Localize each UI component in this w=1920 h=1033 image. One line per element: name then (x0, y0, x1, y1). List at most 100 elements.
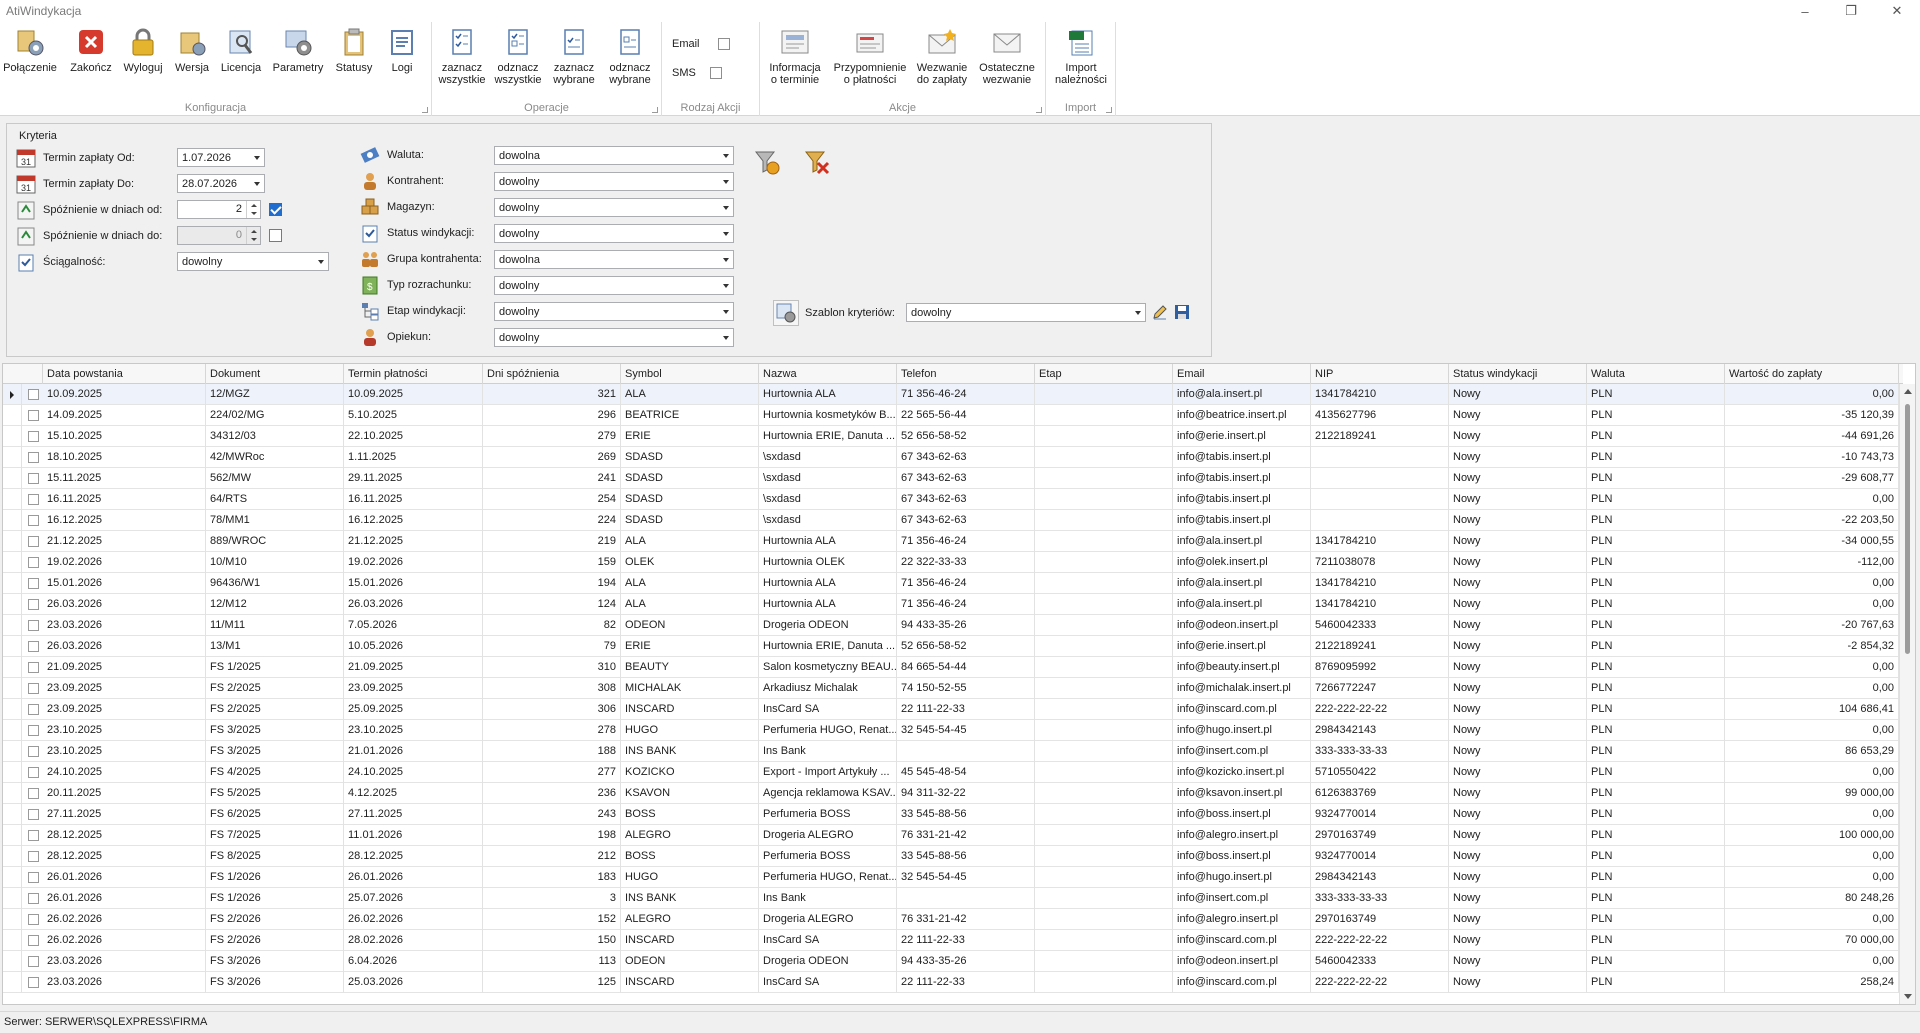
row-checkbox[interactable] (28, 914, 39, 925)
row-checkbox[interactable] (28, 956, 39, 967)
termin-od-datepicker[interactable]: 1.07.2026 (177, 148, 265, 167)
row-checkbox[interactable] (28, 515, 39, 526)
spinner-buttons[interactable] (246, 227, 260, 244)
row-indicator[interactable] (3, 804, 22, 825)
row-checkbox[interactable] (28, 767, 39, 778)
przypomnienie-button[interactable]: Przypomnienie o płatności (832, 26, 908, 86)
table-row[interactable]: 18.10.2025 42/MWRoc 1.11.2025 269 SDASD \sxda… (3, 447, 1899, 468)
table-row[interactable]: 28.12.2025 FS 7/2025 11.01.2026 198 ALEGRO Dr… (3, 825, 1899, 846)
table-row[interactable]: 16.12.2025 78/MM1 16.12.2025 224 SDASD \sxdas… (3, 510, 1899, 531)
column-header-nip[interactable]: NIP (1311, 364, 1449, 384)
row-checkbox[interactable] (28, 389, 39, 400)
row-indicator[interactable] (3, 741, 22, 762)
row-indicator[interactable] (3, 489, 22, 510)
row-checkbox[interactable] (28, 662, 39, 673)
row-indicator[interactable] (3, 846, 22, 867)
column-header-waluta[interactable]: Waluta (1587, 364, 1725, 384)
ostateczne-wezwanie-button[interactable]: Ostateczne wezwanie (976, 26, 1038, 86)
status-windykacji-select[interactable]: dowolny (494, 224, 734, 243)
statusy-button[interactable]: Statusy (332, 26, 376, 74)
zaznacz-wszystkie-button[interactable]: zaznacz wszystkie (436, 26, 488, 86)
row-indicator[interactable] (3, 783, 22, 804)
table-row[interactable]: 26.02.2026 FS 2/2026 26.02.2026 152 ALEGRO Dr… (3, 909, 1899, 930)
row-checkbox[interactable] (28, 830, 39, 841)
minimize-button[interactable]: – (1782, 0, 1828, 22)
row-indicator[interactable] (3, 510, 22, 531)
row-checkbox[interactable] (28, 683, 39, 694)
wyloguj-button[interactable]: Wyloguj (120, 26, 166, 74)
magazyn-select[interactable]: dowolny (494, 198, 734, 217)
column-header-status-windykacji[interactable]: Status windykacji (1449, 364, 1587, 384)
clear-filter-button[interactable] (803, 148, 831, 176)
spoznienie-od-spinner[interactable]: 2 (177, 200, 261, 219)
wezwanie-button[interactable]: Wezwanie do zapłaty (912, 26, 972, 86)
column-header-wartosc-do-zaplaty[interactable]: Wartość do zapłaty (1725, 364, 1899, 384)
etap-windykacji-select[interactable]: dowolny (494, 302, 734, 321)
licencja-button[interactable]: Licencja (218, 26, 264, 74)
table-row[interactable]: 24.10.2025 FS 4/2025 24.10.2025 277 KOZICKO E… (3, 762, 1899, 783)
sciagalnosc-select[interactable]: dowolny (177, 252, 329, 271)
table-row[interactable]: 28.12.2025 FS 8/2025 28.12.2025 212 BOSS Perf… (3, 846, 1899, 867)
table-row[interactable]: 16.11.2025 64/RTS 16.11.2025 254 SDASD \sxdas… (3, 489, 1899, 510)
row-indicator[interactable] (3, 447, 22, 468)
row-indicator[interactable] (3, 867, 22, 888)
polaczenie-button[interactable]: Połączenie (3, 26, 57, 74)
row-indicator[interactable] (3, 531, 22, 552)
maximize-button[interactable]: ❐ (1828, 0, 1874, 22)
row-indicator[interactable] (3, 468, 22, 489)
table-row[interactable]: 15.01.2026 96436/W1 15.01.2026 194 ALA Hurtow… (3, 573, 1899, 594)
row-indicator[interactable] (3, 405, 22, 426)
wersja-button[interactable]: Wersja (171, 26, 213, 74)
sms-checkbox[interactable] (710, 67, 722, 79)
row-indicator[interactable] (3, 657, 22, 678)
group-launcher-icon[interactable] (652, 107, 658, 113)
table-row[interactable]: 27.11.2025 FS 6/2025 27.11.2025 243 BOSS Perf… (3, 804, 1899, 825)
table-row[interactable]: 14.09.2025 224/02/MG 5.10.2025 296 BEATRICE H… (3, 405, 1899, 426)
column-header-email[interactable]: Email (1173, 364, 1311, 384)
row-indicator[interactable] (3, 951, 22, 972)
table-row[interactable]: 26.01.2026 FS 1/2026 25.07.2026 3 INS BANK In… (3, 888, 1899, 909)
row-indicator[interactable] (3, 720, 22, 741)
row-checkbox[interactable] (28, 725, 39, 736)
import-naleznosci-button[interactable]: Import należności (1052, 26, 1110, 86)
row-checkbox[interactable] (28, 431, 39, 442)
row-checkbox[interactable] (28, 704, 39, 715)
apply-filter-button[interactable] (753, 148, 781, 176)
group-launcher-icon[interactable] (422, 107, 428, 113)
column-header-data-powstania[interactable]: Data powstania (43, 364, 206, 384)
table-row[interactable]: 26.01.2026 FS 1/2026 26.01.2026 183 HUGO Perf… (3, 867, 1899, 888)
table-row[interactable]: 23.03.2026 FS 3/2026 6.04.2026 113 ODEON Drog… (3, 951, 1899, 972)
row-indicator[interactable] (3, 888, 22, 909)
kontrahent-select[interactable]: dowolny (494, 172, 734, 191)
row-checkbox[interactable] (28, 809, 39, 820)
table-row[interactable]: 23.09.2025 FS 2/2025 25.09.2025 306 INSCARD I… (3, 699, 1899, 720)
typ-rozrachunku-select[interactable]: dowolny (494, 276, 734, 295)
table-row[interactable]: 26.02.2026 FS 2/2026 28.02.2026 150 INSCARD I… (3, 930, 1899, 951)
row-indicator[interactable] (3, 615, 22, 636)
spoznienie-do-spinner[interactable]: 0 (177, 226, 261, 245)
table-row[interactable]: 23.03.2026 FS 3/2026 25.03.2026 125 INSCARD I… (3, 972, 1899, 993)
row-indicator[interactable] (3, 930, 22, 951)
zaznacz-wybrane-button[interactable]: zaznacz wybrane (548, 26, 600, 86)
odznacz-wszystkie-button[interactable]: odznacz wszystkie (492, 26, 544, 86)
vertical-scrollbar[interactable] (1899, 384, 1915, 1004)
row-indicator[interactable] (3, 699, 22, 720)
row-checkbox[interactable] (28, 746, 39, 757)
row-indicator[interactable] (3, 678, 22, 699)
spoznienie-od-checkbox[interactable] (269, 203, 282, 216)
spinner-buttons[interactable] (246, 201, 260, 218)
table-row[interactable]: 20.11.2025 FS 5/2025 4.12.2025 236 KSAVON Age… (3, 783, 1899, 804)
row-indicator[interactable] (3, 552, 22, 573)
table-row[interactable]: 21.12.2025 889/WROC 21.12.2025 219 ALA Hurtow… (3, 531, 1899, 552)
sms-checkbox-row[interactable]: SMS (672, 67, 722, 79)
column-header-symbol[interactable]: Symbol (621, 364, 759, 384)
table-row[interactable]: 23.03.2026 11/M11 7.05.2026 82 ODEON Drogeria… (3, 615, 1899, 636)
group-launcher-icon[interactable] (1106, 107, 1112, 113)
column-header-termin-platnosci[interactable]: Termin płatności (344, 364, 483, 384)
row-checkbox[interactable] (28, 620, 39, 631)
opiekun-select[interactable]: dowolny (494, 328, 734, 347)
waluta-select[interactable]: dowolna (494, 146, 734, 165)
scroll-up-arrow-icon[interactable] (1904, 389, 1912, 394)
row-indicator[interactable] (3, 762, 22, 783)
template-icon-button[interactable] (773, 300, 799, 326)
